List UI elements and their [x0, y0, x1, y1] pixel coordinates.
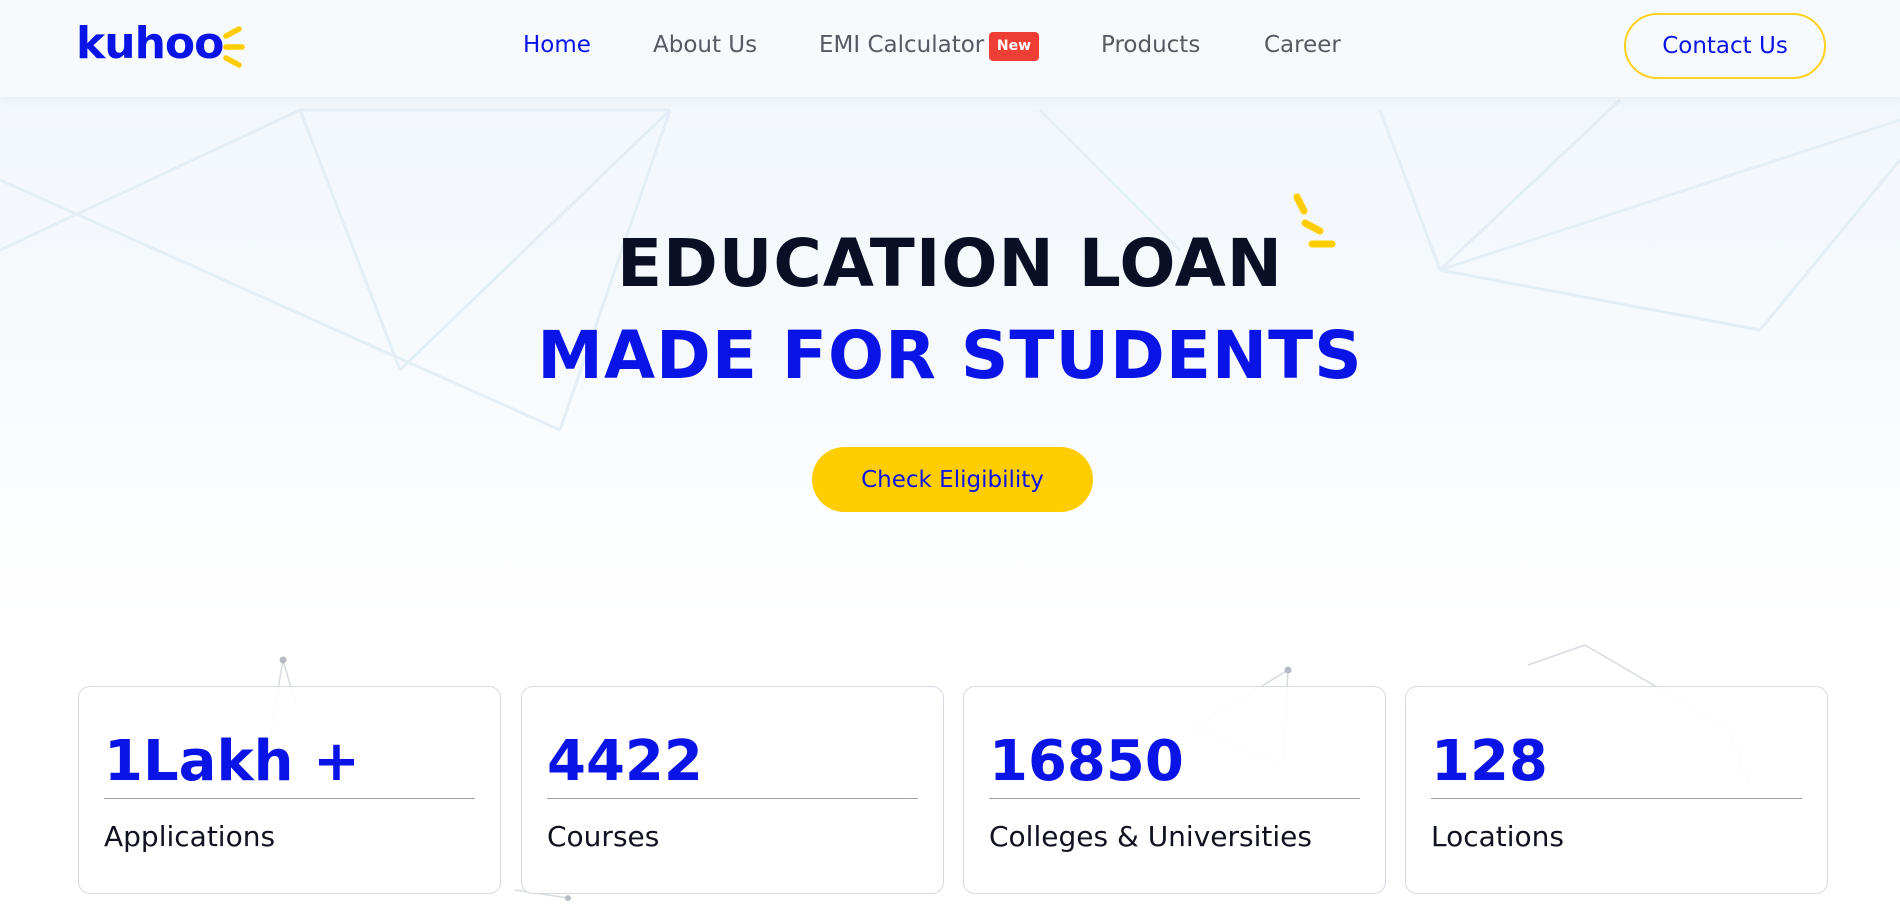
nav-home[interactable]: Home	[523, 32, 591, 58]
stat-divider	[1431, 798, 1802, 799]
stat-label: Colleges & Universities	[989, 820, 1312, 853]
stat-divider	[547, 798, 918, 799]
contact-us-button[interactable]: Contact Us	[1624, 13, 1826, 79]
hero-title-line-1: EDUCATION LOAN	[616, 225, 1284, 302]
stat-card-courses: 4422 Courses	[521, 686, 944, 894]
logo-spark-icon	[223, 26, 245, 68]
nav-emi-calculator[interactable]: EMI Calculator	[819, 32, 984, 58]
hero-spark-icon	[1293, 193, 1336, 248]
top-navbar: kuhoo Home About Us EMI Calculator New P…	[0, 0, 1900, 97]
stat-value: 1Lakh +	[104, 729, 360, 794]
hero-title-line-2: MADE FOR STUDENTS	[537, 317, 1363, 394]
stat-label: Applications	[104, 820, 276, 853]
new-badge: New	[989, 32, 1039, 61]
nav-about-us[interactable]: About Us	[653, 32, 757, 58]
stat-value: 4422	[547, 729, 703, 794]
stat-divider	[989, 798, 1360, 799]
check-eligibility-button[interactable]: Check Eligibility	[812, 447, 1093, 512]
nav-products[interactable]: Products	[1101, 32, 1200, 58]
stat-value: 16850	[989, 729, 1184, 794]
stat-card-colleges: 16850 Colleges & Universities	[963, 686, 1386, 894]
stat-value: 128	[1431, 729, 1548, 794]
stat-divider	[104, 798, 475, 799]
stat-label: Locations	[1431, 820, 1565, 853]
kuhoo-logo[interactable]: kuhoo	[76, 18, 245, 70]
logo-wordmark: kuhoo	[76, 18, 224, 69]
stat-card-locations: 128 Locations	[1405, 686, 1828, 894]
nav-career[interactable]: Career	[1264, 32, 1341, 58]
stat-label: Courses	[547, 820, 660, 853]
stat-card-applications: 1Lakh + Applications	[78, 686, 501, 894]
